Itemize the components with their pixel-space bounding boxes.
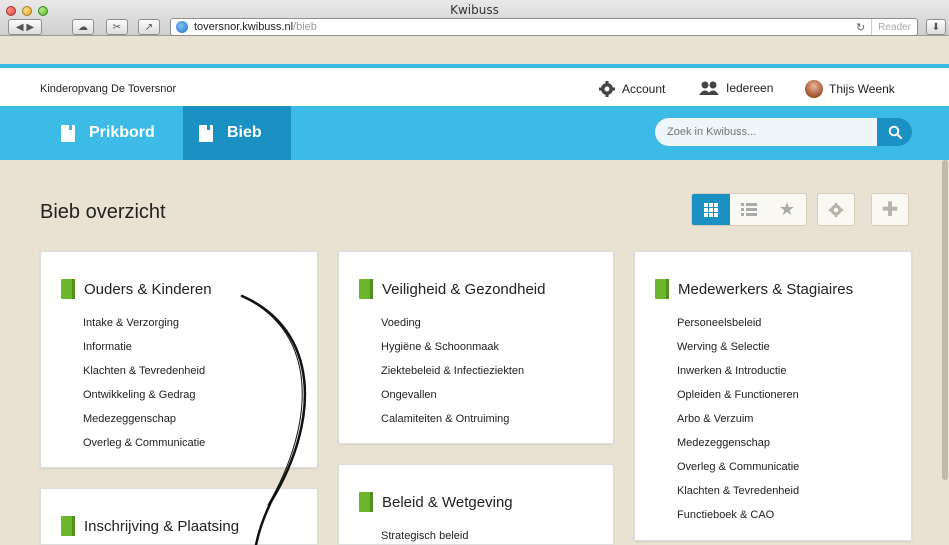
- address-bar[interactable]: toversnor.kwibuss.nl/bieb ↻ Reader: [170, 18, 918, 36]
- view-toggle: ★: [691, 193, 807, 226]
- gear-icon: [828, 202, 844, 217]
- card-item-link[interactable]: Hygiëne & Schoonmaak: [381, 340, 524, 364]
- favorites-view-button[interactable]: ★: [768, 194, 806, 225]
- site-globe-icon: [176, 21, 188, 33]
- book-icon: [61, 279, 75, 299]
- card-item-link[interactable]: Ontwikkeling & Gedrag: [83, 388, 205, 412]
- everyone-label: Iedereen: [726, 81, 774, 95]
- share-icon: ↗: [144, 21, 154, 33]
- card-item-link[interactable]: Voeding: [381, 316, 524, 340]
- icloud-tabs-button[interactable]: ☁: [72, 19, 94, 35]
- book-icon: [359, 492, 373, 512]
- card-title-text: Ouders & Kinderen: [84, 280, 212, 298]
- tab-label: Prikbord: [89, 124, 155, 141]
- settings-button[interactable]: [817, 193, 855, 226]
- page-scrollbar[interactable]: [942, 160, 948, 480]
- card-title[interactable]: Inschrijving & Plaatsing: [61, 516, 239, 536]
- search-button[interactable]: [877, 118, 912, 146]
- card-title-text: Veiligheid & Gezondheid: [382, 280, 546, 298]
- user-profile-link[interactable]: Thijs Weenk: [805, 80, 895, 98]
- book-icon: [199, 124, 213, 142]
- card-item-list: Personeelsbeleid Werving & Selectie Inwe…: [677, 316, 799, 532]
- plus-icon: ✚: [881, 199, 899, 221]
- reload-icon[interactable]: ↻: [856, 21, 865, 34]
- category-card[interactable]: Inschrijving & Plaatsing: [40, 488, 318, 545]
- scissors-icon: ✂: [112, 21, 122, 33]
- card-item-link[interactable]: Strategisch beleid: [381, 529, 468, 545]
- card-item-link[interactable]: Overleg & Communicatie: [83, 436, 205, 460]
- card-item-link[interactable]: Overleg & Communicatie: [677, 460, 799, 484]
- card-item-link[interactable]: Opleiden & Functioneren: [677, 388, 799, 412]
- card-title-text: Beleid & Wetgeving: [382, 493, 513, 511]
- url-path: /bieb: [293, 21, 317, 33]
- card-item-link[interactable]: Functieboek & CAO: [677, 508, 799, 532]
- account-bar: Kinderopvang De Toversnor Account Iedere…: [0, 64, 949, 106]
- card-item-list: Intake & Verzorging Informatie Klachten …: [83, 316, 205, 460]
- downloads-button[interactable]: ⬇: [926, 19, 946, 35]
- card-title[interactable]: Medewerkers & Stagiaires: [655, 279, 853, 299]
- card-title[interactable]: Ouders & Kinderen: [61, 279, 212, 299]
- star-icon: ★: [778, 199, 796, 219]
- book-icon: [359, 279, 373, 299]
- gear-icon: [599, 81, 615, 97]
- tab-bieb[interactable]: Bieb: [183, 106, 291, 160]
- card-item-link[interactable]: Calamiteiten & Ontruiming: [381, 412, 524, 436]
- card-item-list: Strategisch beleid: [381, 529, 468, 545]
- people-icon: [699, 81, 719, 95]
- back-forward-buttons[interactable]: ◀ ▶: [8, 19, 42, 35]
- noticeboard-icon: [61, 124, 75, 142]
- card-item-link[interactable]: Arbo & Verzuim: [677, 412, 799, 436]
- tab-label: Bieb: [227, 124, 262, 141]
- card-item-link[interactable]: Ongevallen: [381, 388, 524, 412]
- card-item-list: Voeding Hygiëne & Schoonmaak Ziektebelei…: [381, 316, 524, 436]
- book-icon: [655, 279, 669, 299]
- category-card[interactable]: Medewerkers & Stagiaires Personeelsbelei…: [634, 251, 912, 541]
- card-item-link[interactable]: Intake & Verzorging: [83, 316, 205, 340]
- card-item-link[interactable]: Medezeggenschap: [677, 436, 799, 460]
- category-card[interactable]: Beleid & Wetgeving Strategisch beleid: [338, 464, 614, 545]
- grid-icon: [704, 202, 718, 217]
- cloud-icon: ☁: [78, 21, 88, 33]
- main-nav: Prikbord Bieb: [0, 106, 949, 160]
- account-label: Account: [622, 82, 666, 96]
- user-name: Thijs Weenk: [829, 82, 895, 96]
- list-view-button[interactable]: [730, 194, 768, 225]
- user-avatar: [805, 80, 823, 98]
- tab-prikbord[interactable]: Prikbord: [45, 106, 171, 160]
- download-icon: ⬇: [931, 21, 941, 33]
- grid-view-button[interactable]: [692, 194, 730, 225]
- card-title[interactable]: Beleid & Wetgeving: [359, 492, 513, 512]
- category-card[interactable]: Ouders & Kinderen Intake & Verzorging In…: [40, 251, 318, 468]
- card-item-link[interactable]: Ziektebeleid & Infectieziekten: [381, 364, 524, 388]
- card-item-link[interactable]: Klachten & Tevredenheid: [677, 484, 799, 508]
- card-title[interactable]: Veiligheid & Gezondheid: [359, 279, 545, 299]
- category-card[interactable]: Veiligheid & Gezondheid Voeding Hygiëne …: [338, 251, 614, 444]
- card-item-link[interactable]: Klachten & Tevredenheid: [83, 364, 205, 388]
- list-icon: [741, 203, 757, 216]
- account-link[interactable]: Account: [598, 80, 665, 98]
- everyone-link[interactable]: Iedereen: [698, 80, 773, 96]
- forward-icon[interactable]: ▶: [26, 22, 34, 33]
- back-icon[interactable]: ◀: [16, 22, 24, 33]
- card-item-link[interactable]: Personeelsbeleid: [677, 316, 799, 340]
- share-button[interactable]: ↗: [138, 19, 160, 35]
- reader-button[interactable]: Reader: [871, 19, 917, 35]
- card-title-text: Inschrijving & Plaatsing: [84, 517, 240, 535]
- window-title: Kwibuss: [450, 3, 499, 17]
- page-title: Bieb overzicht: [40, 201, 166, 223]
- card-item-link[interactable]: Werving & Selectie: [677, 340, 799, 364]
- book-icon: [61, 516, 75, 536]
- add-button[interactable]: ✚: [871, 193, 909, 226]
- card-item-link[interactable]: Medezeggenschap: [83, 412, 205, 436]
- search-input[interactable]: [655, 118, 877, 146]
- search-icon: [888, 125, 902, 139]
- card-item-link[interactable]: Inwerken & Introductie: [677, 364, 799, 388]
- screenshot-button[interactable]: ✂: [106, 19, 128, 35]
- card-item-link[interactable]: Informatie: [83, 340, 205, 364]
- window-titlebar: Kwibuss ◀ ▶ ☁ ✂ ↗ toversnor.kwibuss.nl/b…: [0, 0, 949, 36]
- card-title-text: Medewerkers & Stagiaires: [678, 280, 854, 298]
- organisation-name: Kinderopvang De Toversnor: [40, 83, 177, 95]
- url-host: toversnor.kwibuss.nl: [194, 21, 294, 33]
